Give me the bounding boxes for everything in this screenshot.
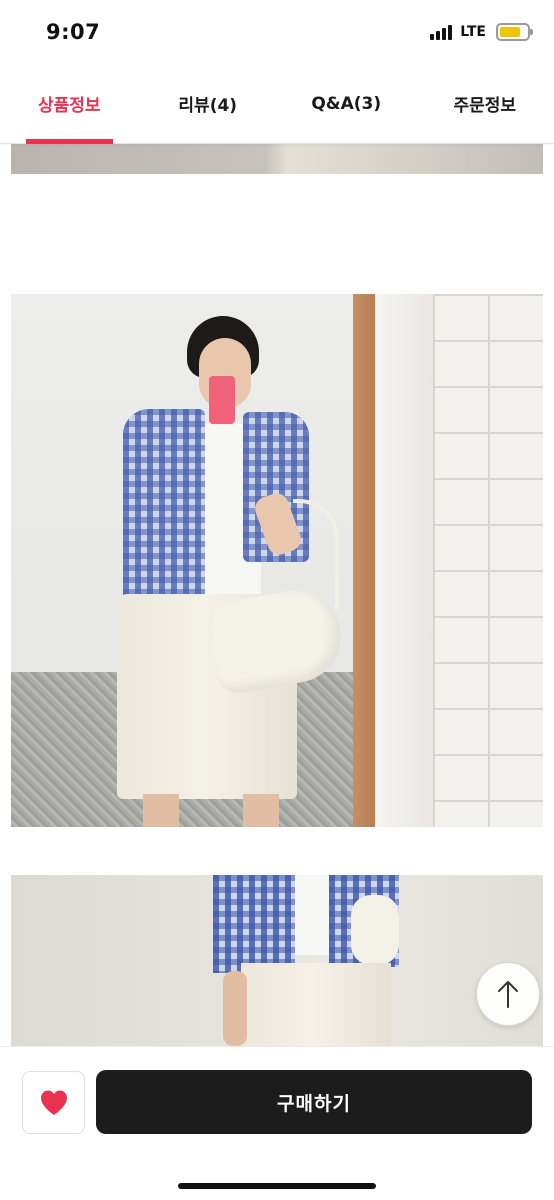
status-indicators: LTE xyxy=(430,23,533,41)
tab-label: Q&A(3) xyxy=(311,93,382,114)
tab-reviews[interactable]: 리뷰(4) xyxy=(139,64,278,143)
product-photo xyxy=(11,875,543,1046)
purchase-bar: 구매하기 xyxy=(0,1046,554,1200)
product-photo xyxy=(11,294,543,827)
signal-icon xyxy=(430,24,453,40)
arrow-up-icon xyxy=(498,981,518,1008)
home-indicator xyxy=(178,1183,376,1189)
tab-product-info[interactable]: 상품정보 xyxy=(0,64,139,144)
heart-icon xyxy=(40,1090,67,1115)
product-tab-bar: 상품정보 리뷰(4) Q&A(3) 주문정보 xyxy=(0,64,554,144)
product-photo xyxy=(11,144,543,174)
tab-qna[interactable]: Q&A(3) xyxy=(277,64,416,143)
tab-order-info[interactable]: 주문정보 xyxy=(416,64,554,143)
status-bar: 9:07 LTE xyxy=(0,0,554,64)
scroll-to-top-button[interactable] xyxy=(476,962,540,1026)
tab-label: 주문정보 xyxy=(453,96,517,116)
network-label: LTE xyxy=(460,24,486,40)
tab-label: 상품정보 xyxy=(37,96,101,116)
tab-label: 리뷰(4) xyxy=(178,96,238,116)
active-tab-indicator xyxy=(26,139,113,144)
like-button[interactable] xyxy=(22,1071,85,1134)
buy-button[interactable]: 구매하기 xyxy=(96,1070,532,1134)
status-time: 9:07 xyxy=(46,20,101,44)
battery-icon xyxy=(496,23,533,41)
